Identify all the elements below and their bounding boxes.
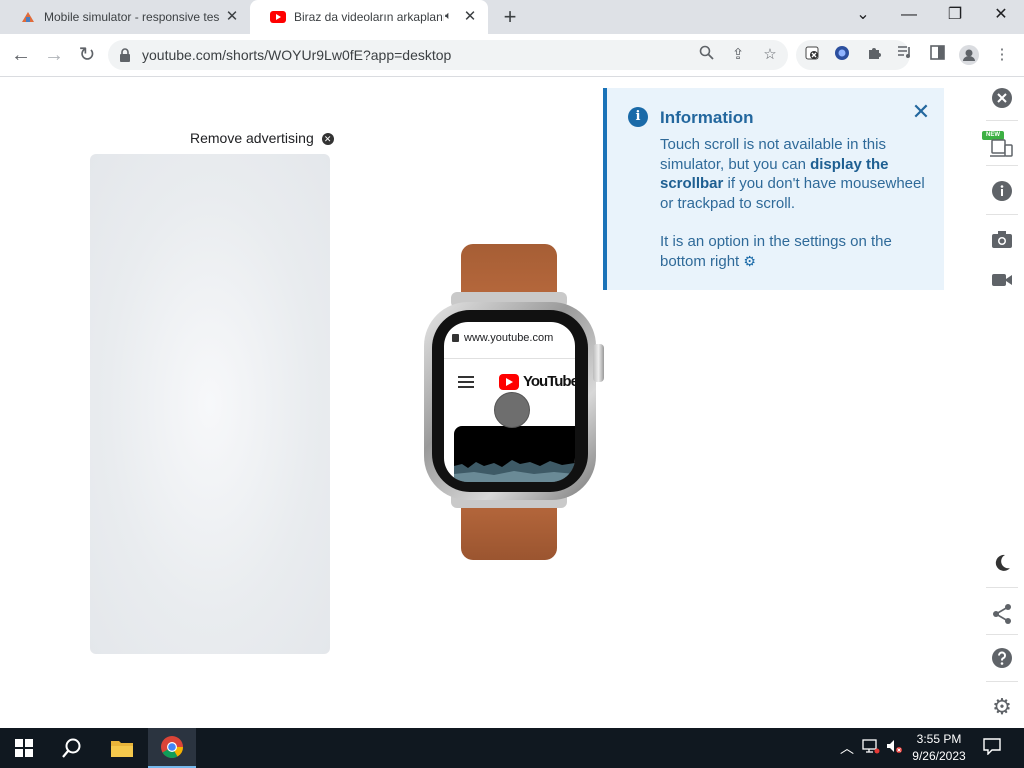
advertisement-placeholder (90, 154, 330, 654)
info-settings-hint: It is an option in the settings on the b… (660, 232, 930, 271)
tab-search-icon[interactable]: ⌄ (851, 4, 875, 26)
tab-title: Biraz da videoların arkaplanı (294, 10, 444, 24)
hamburger-menu-icon[interactable] (458, 376, 474, 388)
reload-button[interactable]: ↻ (76, 44, 98, 66)
divider (986, 634, 1018, 635)
share-icon[interactable]: ⇪ (728, 45, 748, 65)
browser-menu-icon[interactable]: ⋮ (992, 45, 1012, 65)
divider (986, 120, 1018, 121)
divider (986, 587, 1018, 588)
clock-time: 3:55 PM (916, 732, 962, 746)
video-record-icon[interactable] (990, 272, 1014, 296)
new-tab-button[interactable]: + (500, 6, 520, 28)
youtube-logo-text: YouTube (523, 373, 575, 390)
close-tab-icon[interactable]: ✕ (462, 9, 478, 25)
tab-youtube[interactable]: Biraz da videoların arkaplanı 🔈︎ ✕ (250, 0, 488, 34)
forward-button[interactable]: → (43, 44, 65, 66)
youtube-favicon (270, 9, 286, 25)
divider (986, 214, 1018, 215)
touch-cursor (494, 392, 530, 428)
extension-vpn-icon[interactable] (832, 45, 852, 65)
notifications-icon[interactable] (983, 737, 1001, 758)
help-icon[interactable] (990, 647, 1014, 671)
lock-icon (452, 334, 459, 342)
divider (986, 165, 1018, 166)
network-icon[interactable] (862, 738, 880, 757)
divider (986, 681, 1018, 682)
tab-title: Mobile simulator - responsive testing (44, 10, 219, 24)
show-hidden-icons[interactable]: ︿ (840, 738, 854, 758)
extensions-puzzle-icon[interactable] (864, 45, 884, 65)
windows-start-button[interactable] (0, 728, 48, 768)
minimize-button[interactable]: — (897, 4, 921, 26)
settings-gear-icon[interactable]: ⚙ (990, 695, 1014, 719)
search-icon[interactable] (696, 45, 716, 65)
close-window-button[interactable]: ✕ (989, 4, 1013, 26)
lock-icon[interactable] (119, 48, 131, 67)
youtube-logo-icon[interactable] (499, 374, 519, 390)
devices-icon[interactable] (990, 138, 1014, 162)
remove-advertising-link[interactable]: Remove advertising ✕ (190, 130, 334, 146)
watch-url-bar[interactable]: www.youtube.com (452, 332, 570, 350)
info-text: It is an option in the settings on the b… (660, 233, 892, 270)
clock-date: 9/26/2023 (912, 749, 966, 763)
tab-mobile-simulator[interactable]: Mobile simulator - responsive testing ✕ (0, 0, 250, 34)
system-clock[interactable]: 3:55 PM 9/26/2023 (908, 731, 970, 765)
information-panel: i Information ✕ Touch scroll is not avai… (603, 88, 944, 290)
media-control-icon[interactable] (895, 45, 915, 65)
close-info-button[interactable]: ✕ (911, 101, 931, 123)
watch-crown (593, 344, 604, 382)
info-title: Information (660, 108, 754, 127)
share-icon[interactable] (990, 603, 1014, 627)
extension-block-icon[interactable] (802, 45, 822, 65)
chrome-taskbar-icon[interactable] (148, 728, 196, 768)
url-text[interactable]: youtube.com/shorts/WOYUr9Lw0fE?app=deskt… (142, 47, 451, 63)
video-waveform-image (454, 460, 575, 482)
video-thumbnail[interactable] (454, 426, 575, 482)
back-button[interactable]: ← (10, 44, 32, 66)
restore-button[interactable]: ❐ (943, 4, 967, 26)
volume-muted-icon[interactable] (886, 738, 904, 757)
information-icon[interactable] (990, 180, 1014, 204)
simulator-favicon (20, 9, 36, 25)
close-simulator-icon[interactable] (990, 87, 1014, 111)
search-icon[interactable] (48, 728, 96, 768)
dark-mode-icon[interactable] (990, 553, 1014, 577)
profile-avatar-icon[interactable] (959, 45, 979, 65)
camera-icon[interactable] (990, 229, 1014, 253)
close-circle-icon[interactable]: ✕ (321, 133, 334, 145)
info-icon: i (628, 107, 648, 127)
divider (444, 358, 575, 359)
bookmark-star-icon[interactable]: ☆ (760, 45, 780, 65)
info-message: Touch scroll is not available in this si… (660, 135, 930, 213)
file-explorer-icon[interactable] (98, 728, 146, 768)
gear-icon: ⚙ (743, 252, 756, 269)
side-panel-icon[interactable] (927, 45, 947, 65)
close-tab-icon[interactable]: ✕ (224, 9, 240, 25)
speaker-icon[interactable]: 🔈︎ (445, 10, 452, 23)
watch-url-text: www.youtube.com (464, 332, 554, 344)
remove-advertising-label: Remove advertising (190, 130, 314, 146)
